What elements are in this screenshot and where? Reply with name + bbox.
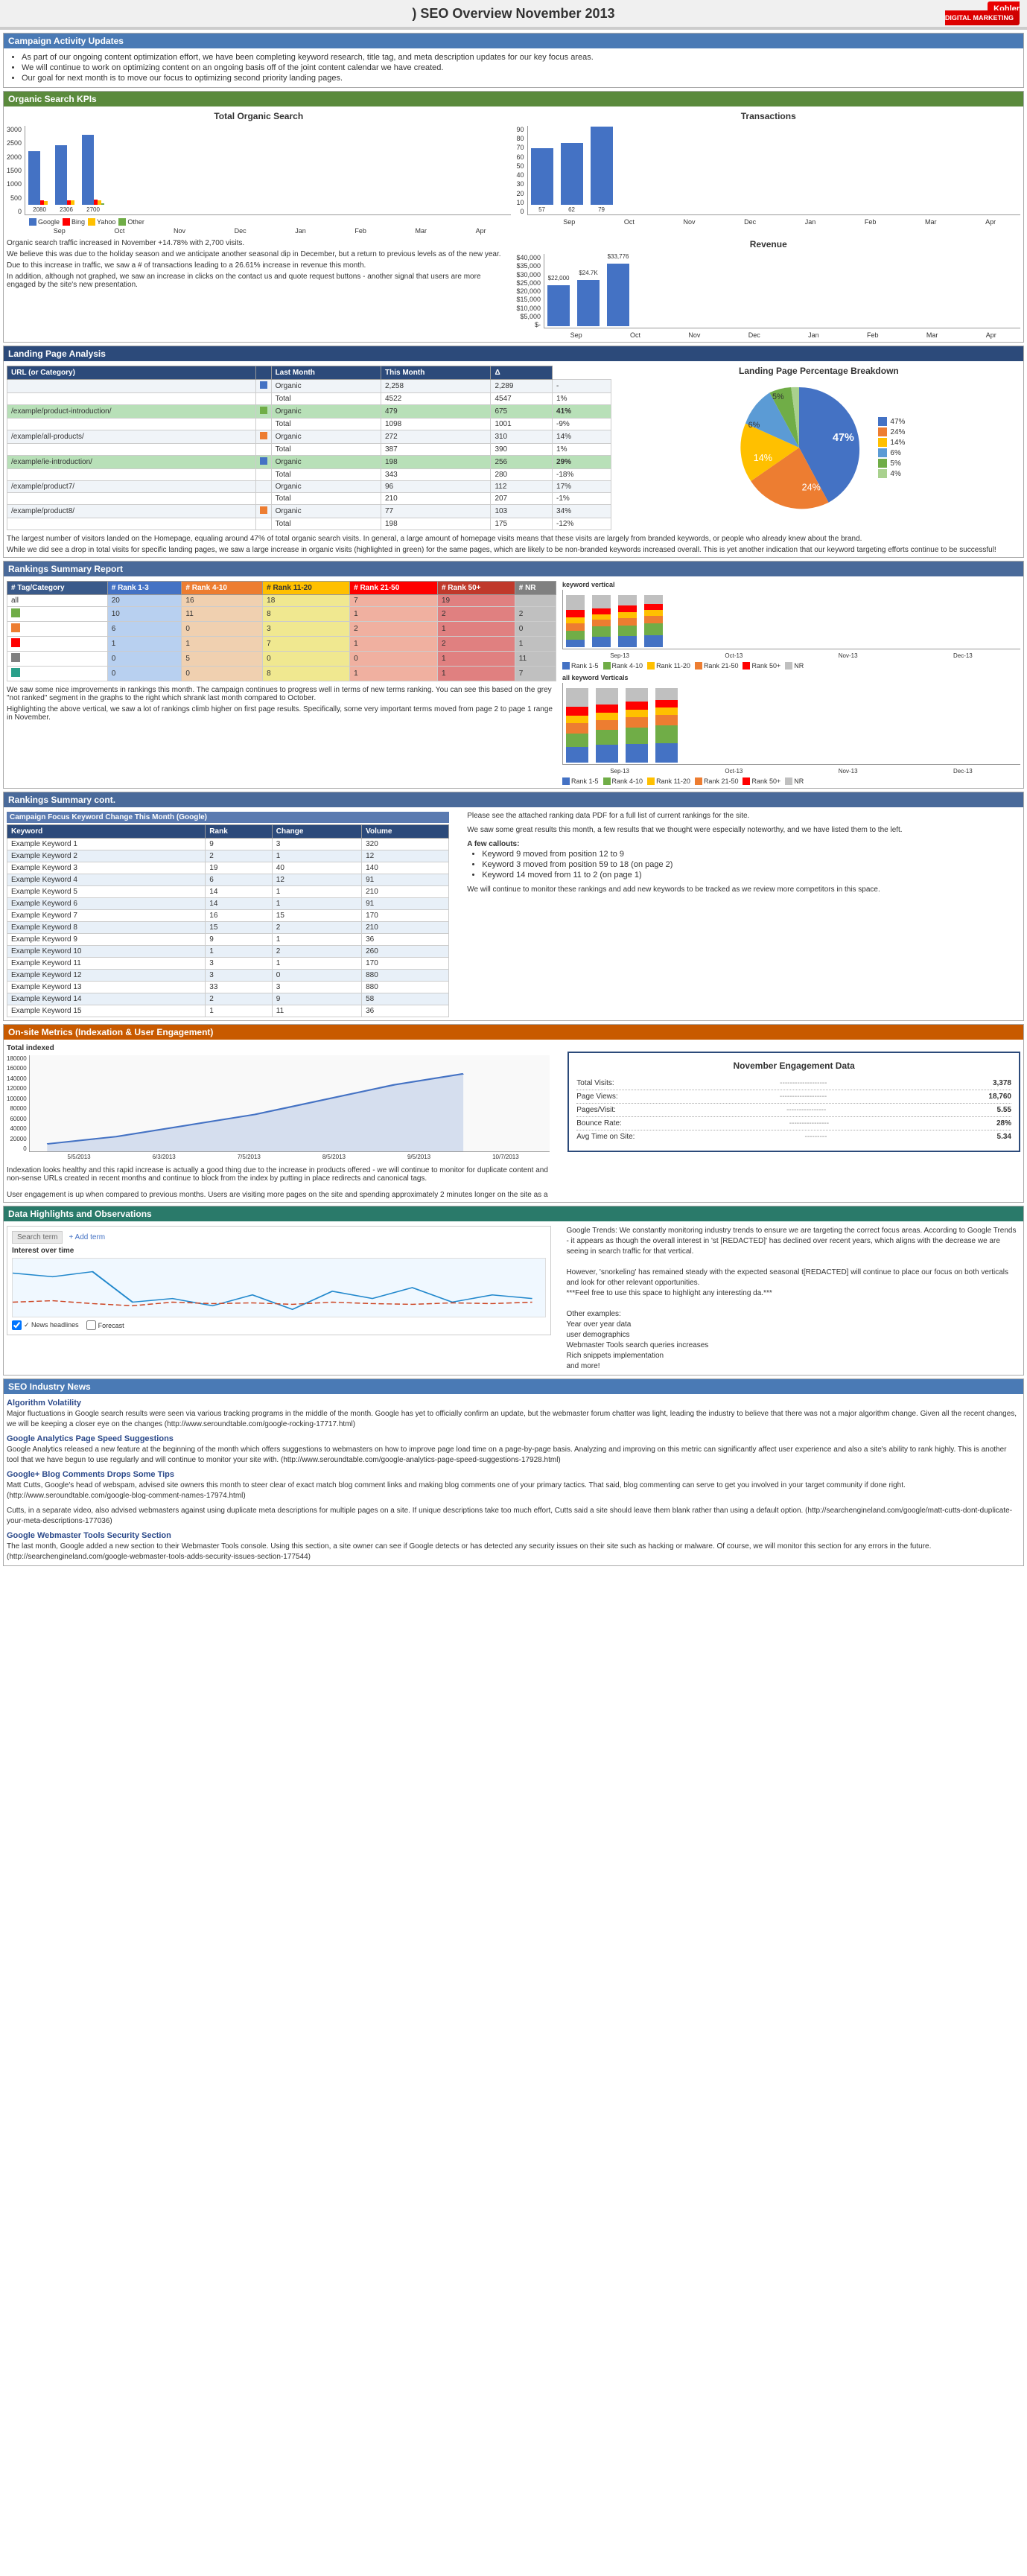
svg-text:47%: 47% (833, 432, 854, 444)
rankings-table: # Tag/Category # Rank 1-3 # Rank 4-10 # … (7, 581, 556, 681)
landing-page-table: URL (or Category) Last Month This Month … (7, 366, 611, 530)
forecast-checkbox-label[interactable]: Forecast (86, 1320, 124, 1330)
engagement-title: November Engagement Data (576, 1060, 1011, 1071)
headlines-checkbox-label[interactable]: ✓ News headlines (12, 1320, 79, 1330)
onsite-metrics-title: On-site Metrics (Indexation & User Engag… (4, 1025, 1023, 1040)
organic-chart-title: Total Organic Search (7, 111, 511, 121)
news-title-3: Google+ Blog Comments Drops Some Tips (7, 1470, 1020, 1479)
landing-page-section: Landing Page Analysis URL (or Category) … (3, 346, 1024, 558)
data-highlights-title: Data Highlights and Observations (4, 1206, 1023, 1221)
news-item-3: Google+ Blog Comments Drops Some Tips Ma… (7, 1470, 1020, 1501)
revenue-chart-title: Revenue (517, 239, 1021, 249)
news-text-3: Matt Cutts, Google's head of webspam, ad… (7, 1481, 1020, 1501)
organic-search-title: Organic Search KPIs (4, 92, 1023, 106)
news-title-2: Google Analytics Page Speed Suggestions (7, 1434, 1020, 1443)
callout-2: Keyword 3 moved from position 59 to 18 (… (482, 860, 1020, 869)
engagement-text: In addition, although not graphed, we sa… (7, 273, 511, 289)
news-item-1: Algorithm Volatility Major fluctuations … (7, 1399, 1020, 1430)
organic-chart-container: Total Organic Search 3000250020001500100… (7, 111, 511, 235)
landing-summary-1: The largest number of visitors landed on… (7, 535, 1020, 543)
revenue-chart-container: Revenue $40,000$35,000$30,000$25,000$20,… (517, 239, 1021, 339)
news-item-4: Cutts, in a separate video, also advised… (7, 1506, 1020, 1527)
indexation-chart-svg (30, 1055, 550, 1151)
rankings-cont-text3: We will continue to monitor these rankin… (467, 885, 1020, 894)
campaign-activity-title: Campaign Activity Updates (4, 34, 1023, 48)
pie-chart-container: Landing Page Percentage Breakdown (617, 366, 1020, 530)
svg-text:24%: 24% (802, 483, 821, 493)
logo: KohlerDIGITAL MARKETING (945, 1, 1020, 25)
callout-1: Keyword 9 moved from position 12 to 9 (482, 850, 1020, 859)
seo-news-title: SEO Industry News (4, 1379, 1023, 1394)
news-item-5: Google Webmaster Tools Security Section … (7, 1531, 1020, 1562)
callouts-title: A few callouts: (467, 840, 1020, 848)
landing-page-title: Landing Page Analysis (4, 346, 1023, 361)
interest-over-time-label: Interest over time (12, 1247, 546, 1255)
seasonal-text: We believe this was due to the holiday s… (7, 250, 511, 258)
rankings-cont-section: Rankings Summary cont. Campaign Focus Ke… (3, 792, 1024, 1021)
data-highlights-text: Google Trends: We constantly monitoring … (566, 1226, 1020, 1372)
svg-text:5%: 5% (772, 392, 784, 401)
svg-text:6%: 6% (748, 421, 760, 430)
trends-chart-svg (13, 1259, 545, 1317)
news-title-5: Google Webmaster Tools Security Section (7, 1531, 1020, 1540)
rankings-section: Rankings Summary Report # Tag/Category #… (3, 561, 1024, 789)
callout-3: Keyword 14 moved from 11 to 2 (on page 1… (482, 871, 1020, 880)
seo-news-section: SEO Industry News Algorithm Volatility M… (3, 1378, 1024, 1566)
rankings-title: Rankings Summary Report (4, 562, 1023, 576)
transactions-chart-title: Transactions (517, 111, 1021, 121)
indexation-text: Indexation looks healthy and this rapid … (7, 1166, 550, 1199)
engagement-box: November Engagement Data Total Visits:--… (567, 1052, 1020, 1152)
page-header: ) SEO Overview November 2013 KohlerDIGIT… (0, 0, 1027, 30)
headlines-checkbox[interactable] (12, 1320, 22, 1330)
organic-summary: Organic search traffic increased in Nove… (7, 239, 511, 247)
pie-chart-title: Landing Page Percentage Breakdown (617, 366, 1020, 376)
forecast-checkbox[interactable] (86, 1320, 96, 1330)
transactions-chart-container: Transactions 9080706050403020100 57 62 (517, 111, 1021, 235)
rankings-text1: We saw some nice improvements in ranking… (7, 686, 556, 702)
campaign-bullets: As part of our ongoing content optimizat… (7, 53, 1020, 83)
rankings-charts: keyword vertical (562, 581, 1020, 785)
bullet-1: As part of our ongoing content optimizat… (22, 53, 1020, 62)
news-text-5: The last month, Google added a new secti… (7, 1542, 1020, 1562)
bullet-2: We will continue to work on optimizing c… (22, 63, 1020, 72)
news-title-1: Algorithm Volatility (7, 1399, 1020, 1408)
news-text-4: Cutts, in a separate video, also advised… (7, 1506, 1020, 1527)
rankings-cont-text2: We saw some great results this month, a … (467, 826, 1020, 834)
search-term-input[interactable]: Search term (12, 1231, 63, 1244)
keyword-table: Keyword Rank Change Volume Example Keywo… (7, 824, 449, 1017)
rankings-cont-text1: Please see the attached ranking data PDF… (467, 812, 1020, 820)
rankings-cont-title: Rankings Summary cont. (4, 792, 1023, 807)
svg-text:14%: 14% (754, 453, 772, 463)
pie-chart-svg: 47% 24% 14% 6% 5% (732, 381, 866, 515)
transactions-text: Due to this increase in traffic, we saw … (7, 261, 511, 270)
news-text-1: Major fluctuations in Google search resu… (7, 1409, 1020, 1430)
page-title: ) SEO Overview November 2013 (210, 6, 817, 22)
landing-summary-2: While we did see a drop in total visits … (7, 546, 1020, 554)
campaign-activity-section: Campaign Activity Updates As part of our… (3, 33, 1024, 88)
bullet-3: Our goal for next month is to move our f… (22, 74, 1020, 83)
rankings-text2: Highlighting the above vertical, we saw … (7, 705, 556, 722)
callouts-list: Keyword 9 moved from position 12 to 9 Ke… (467, 850, 1020, 880)
organic-search-section: Organic Search KPIs Total Organic Search… (3, 91, 1024, 343)
data-highlights-section: Data Highlights and Observations Search … (3, 1206, 1024, 1376)
news-item-2: Google Analytics Page Speed Suggestions … (7, 1434, 1020, 1466)
news-text-2: Google Analytics released a new feature … (7, 1445, 1020, 1466)
onsite-metrics-section: On-site Metrics (Indexation & User Engag… (3, 1024, 1024, 1203)
add-term-button[interactable]: + Add term (69, 1233, 105, 1241)
total-indexed-label: Total indexed (7, 1044, 550, 1052)
